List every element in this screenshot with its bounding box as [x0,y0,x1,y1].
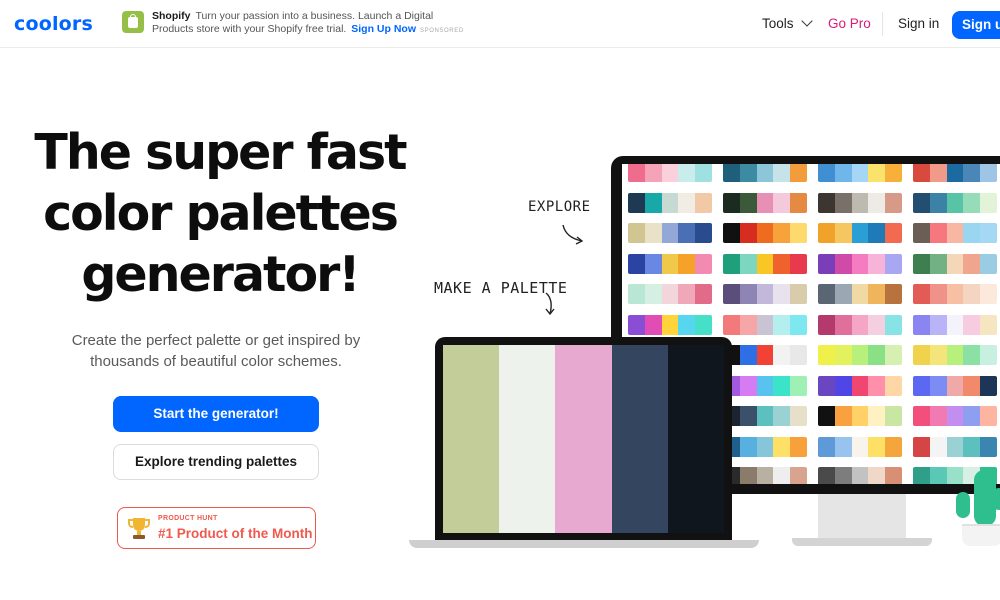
explore-trending-palettes-button[interactable]: Explore trending palettes [113,444,319,480]
laptop-swatch-5 [667,345,725,533]
laptop-base [409,540,759,548]
laptop-palette [443,345,725,533]
sponsored-ad[interactable]: Shopify Turn your passion into a business… [122,10,463,40]
mini-palette [818,223,902,243]
go-pro-link[interactable]: Go Pro [828,16,871,31]
mini-palette [818,253,902,274]
hero-title-line-2: color palettes [43,185,399,242]
mini-palette [913,192,997,213]
mini-palette [723,436,807,457]
monitor-stand [818,494,906,540]
laptop-illustration [435,337,732,541]
mini-palette [818,436,902,457]
mini-palette [913,253,997,274]
mini-palette [628,164,712,182]
mini-palette [723,284,807,304]
explore-arrow-icon [562,224,584,245]
laptop-swatch-2 [499,345,556,533]
mini-palette [723,345,807,365]
mini-palette [913,436,997,457]
start-generator-button[interactable]: Start the generator! [113,396,319,432]
ad-text-block: Shopify Turn your passion into a business… [152,10,472,38]
explore-note: EXPLORE [528,199,591,215]
mini-palette [913,223,997,243]
hero-title-line-3: generator! [81,246,360,303]
mini-palette [723,467,807,484]
mini-palette [913,406,997,426]
ad-brand: Shopify [152,10,191,22]
plant-pot [962,524,1000,546]
mini-palette [723,223,807,243]
make-palette-arrow-icon [545,292,555,316]
chevron-down-icon [800,15,813,27]
laptop-swatch-3 [555,345,612,533]
ad-sponsored-label: SPONSORED [420,28,464,34]
mini-palette [628,253,712,274]
product-hunt-badge[interactable]: PRODUCT HUNT #1 Product of the Month [117,507,316,549]
nav-divider [882,12,883,36]
mini-palette [818,406,902,426]
mini-palette [818,467,902,484]
laptop-swatch-1 [443,345,500,533]
mini-palette [818,284,902,304]
product-hunt-title: #1 Product of the Month [158,526,313,541]
ad-signup-link[interactable]: Sign Up Now [351,23,416,35]
mini-palette [628,192,712,213]
mini-palette [818,164,902,182]
mini-palette [818,314,902,335]
sign-in-link[interactable]: Sign in [898,16,939,31]
hero-subtitle: Create the perfect palette or get inspir… [71,332,361,370]
mini-palette [723,314,807,335]
mini-palette [818,345,902,365]
hero-title: The super fast color palettes generator! [20,122,420,305]
shopify-bag-icon [122,11,144,33]
monitor-base [792,538,932,546]
coolors-logo[interactable]: coolors [14,13,93,35]
mini-palette [913,314,997,335]
mini-palette [723,253,807,274]
tools-menu[interactable]: Tools [762,15,813,31]
mini-palette [913,164,997,182]
mini-palette [818,375,902,396]
mini-palette [723,375,807,396]
mini-palette [628,314,712,335]
mini-palette [818,192,902,213]
mini-palette [628,284,712,304]
tools-menu-label: Tools [762,16,794,31]
mini-palette [913,375,997,396]
hero-title-line-1: The super fast [34,124,407,181]
trophy-icon [128,518,150,539]
sign-up-button[interactable]: Sign up [952,11,1000,39]
laptop-swatch-4 [611,345,668,533]
cactus-arm-right [992,488,1000,510]
mini-palette [913,284,997,304]
product-hunt-label: PRODUCT HUNT [158,515,218,522]
top-navigation-bar: coolors Shopify Turn your passion into a … [0,0,1000,48]
mini-palette [723,406,807,426]
mini-palette [723,192,807,213]
mini-palette [913,345,997,365]
mini-palette [628,223,712,243]
mini-palette [723,164,807,182]
cactus-arm-left [956,492,970,518]
